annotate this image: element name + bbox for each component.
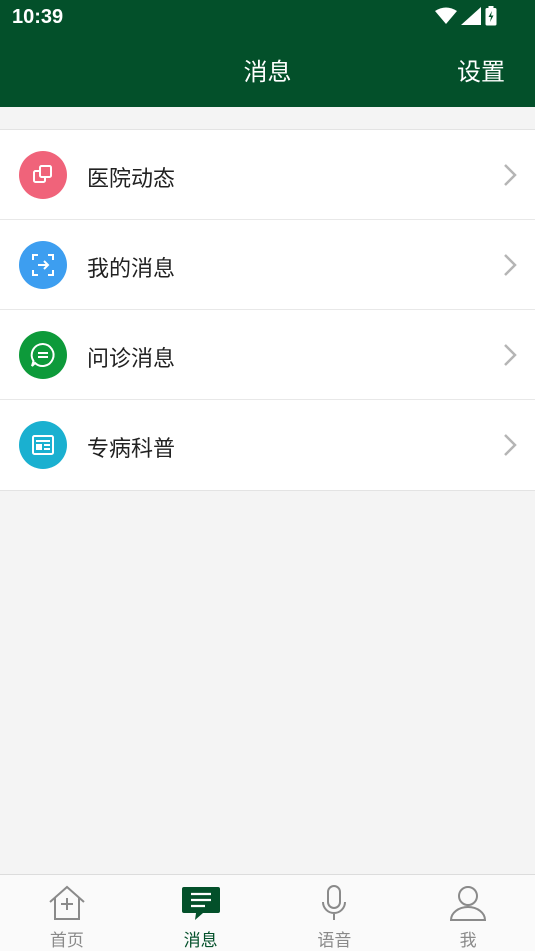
tab-label: 语音 [317,931,352,951]
signal-icon [461,7,481,29]
battery-icon [485,6,497,30]
top-header: 10:39 消息 设置 [0,0,535,107]
status-bar: 10:39 [0,0,535,38]
consultation-chat-icon [19,331,67,379]
hospital-news-icon [19,151,67,199]
person-icon [447,883,489,923]
status-icons [435,6,497,30]
menu-item-label: 医院动态 [87,167,176,192]
chevron-right-icon [503,343,517,371]
my-message-icon [19,241,67,289]
app-bar: 消息 设置 [0,38,535,107]
menu-item-consultation-messages[interactable]: 问诊消息 [0,310,535,400]
menu-item-label: 我的消息 [87,257,176,282]
status-time: 10:39 [12,6,64,28]
menu-item-hospital-news[interactable]: 医院动态 [0,130,535,220]
message-icon [180,883,222,923]
tab-voice[interactable]: 语音 [268,875,402,951]
bottom-tab-bar: 首页 消息 语音 我 [0,874,535,951]
page-title: 消息 [243,58,292,86]
menu-item-disease-science[interactable]: 专病科普 [0,400,535,490]
tab-label: 我 [459,931,477,951]
tab-home[interactable]: 首页 [0,875,134,951]
menu-item-my-messages[interactable]: 我的消息 [0,220,535,310]
tab-messages[interactable]: 消息 [134,875,268,951]
message-menu-list: 医院动态 我的消息 问诊消息 专病科普 [0,129,535,491]
wifi-icon [435,7,457,29]
home-icon [46,883,88,923]
tab-label: 首页 [49,931,84,951]
microphone-icon [313,883,355,923]
menu-item-label: 问诊消息 [87,347,176,372]
tab-label: 消息 [183,931,218,951]
settings-button[interactable]: 设置 [457,52,505,87]
article-icon [19,421,67,469]
menu-item-label: 专病科普 [87,437,176,462]
tab-me[interactable]: 我 [401,875,535,951]
chevron-right-icon [503,163,517,191]
chevron-right-icon [503,253,517,281]
chevron-right-icon [503,433,517,461]
